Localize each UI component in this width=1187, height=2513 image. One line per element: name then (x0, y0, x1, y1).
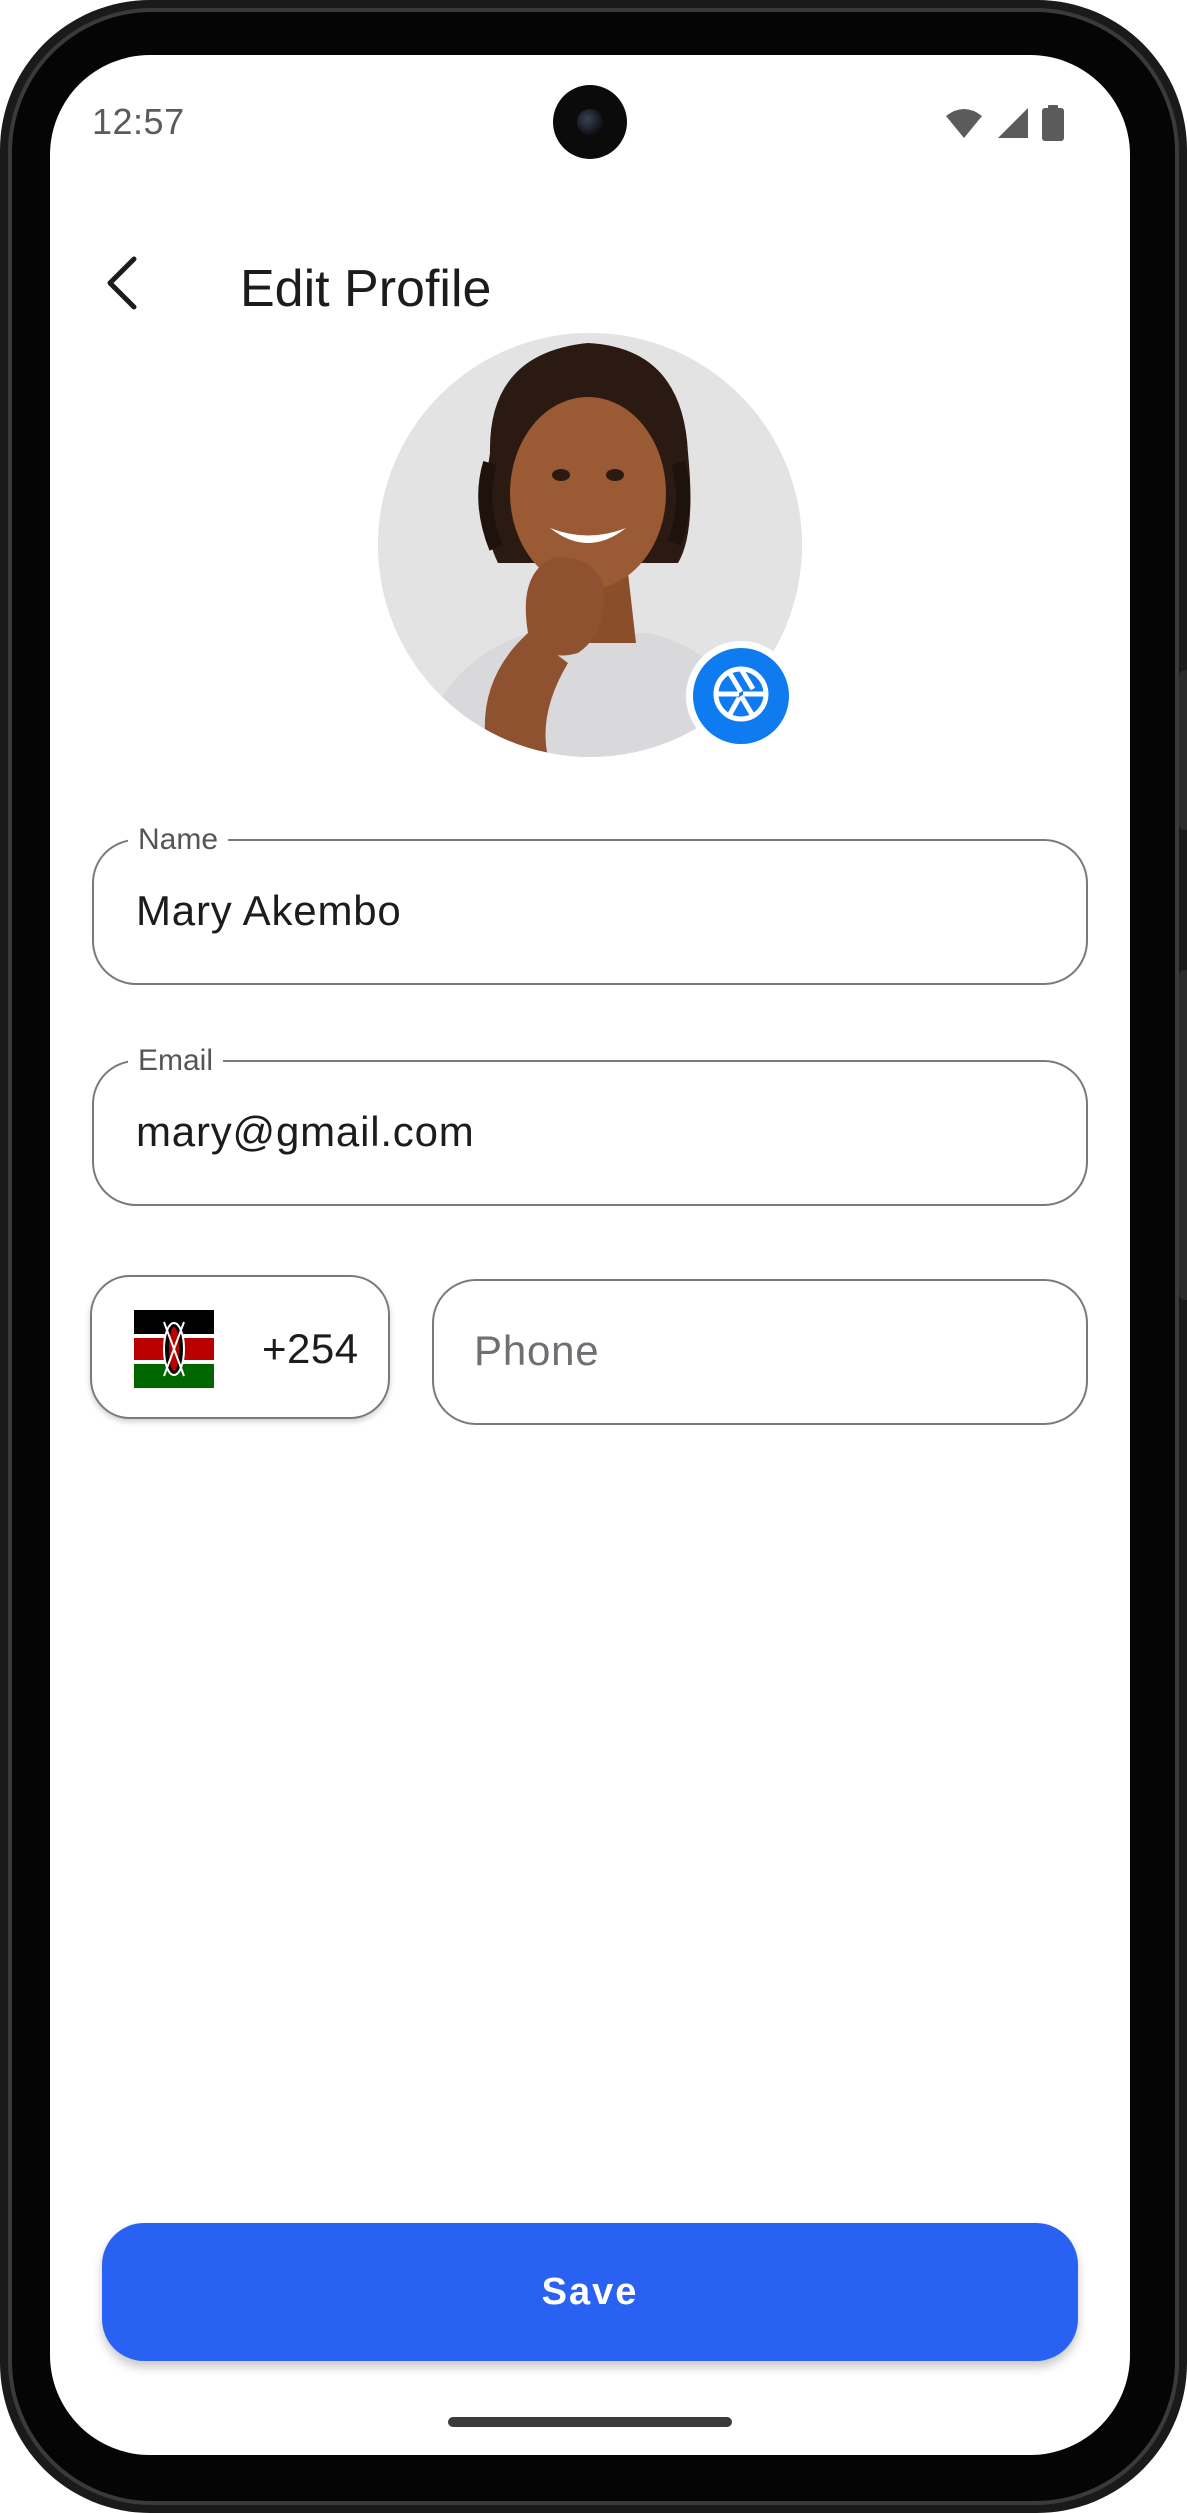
signal-icon (996, 106, 1030, 145)
dial-code: +254 (262, 1325, 359, 1372)
kenya-flag-icon (134, 1310, 214, 1388)
email-field[interactable]: Email mary@gmail.com (92, 1044, 1088, 1206)
save-button-label: Save (541, 2270, 639, 2313)
home-indicator[interactable] (448, 2417, 732, 2427)
name-field[interactable]: Name Mary Akembo (92, 823, 1088, 985)
page-title: Edit Profile (240, 260, 492, 318)
change-photo-button-fill (693, 648, 789, 744)
chevron-left-icon (102, 255, 142, 316)
app-bar: Edit Profile (50, 225, 1130, 345)
change-photo-button[interactable] (686, 641, 796, 751)
email-field-label: Email (128, 1044, 224, 1078)
volume-button (1179, 970, 1187, 1300)
front-camera (553, 85, 627, 159)
email-field-value[interactable]: mary@gmail.com (136, 1108, 475, 1156)
country-code-picker[interactable]: +254 (90, 1275, 390, 1419)
phone-input[interactable] (474, 1319, 1046, 1383)
phone-field[interactable] (432, 1279, 1088, 1425)
name-field-label: Name (128, 823, 229, 857)
status-bar: 12:57 (50, 55, 1130, 195)
back-button[interactable] (92, 255, 152, 315)
phone-frame: 12:57 Edit Profile Name Mary Akembo Emai… (0, 0, 1187, 2513)
name-field-value[interactable]: Mary Akembo (136, 887, 402, 935)
wifi-icon (944, 107, 984, 144)
camera-shutter-icon (712, 665, 770, 728)
avatar-container (378, 333, 802, 757)
save-button[interactable]: Save (102, 2223, 1078, 2361)
screen: 12:57 Edit Profile Name Mary Akembo Emai… (50, 55, 1130, 2455)
power-button (1179, 670, 1187, 830)
status-icons (944, 105, 1064, 146)
battery-icon (1042, 105, 1064, 146)
status-time: 12:57 (92, 101, 185, 142)
